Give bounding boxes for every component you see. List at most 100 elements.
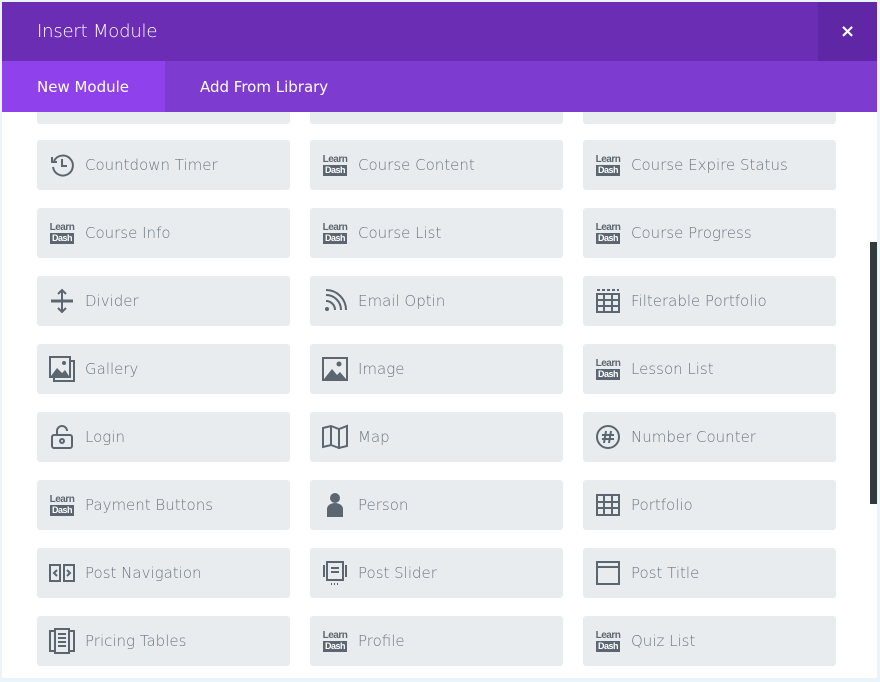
module-card-email-optin[interactable]: Email Optin xyxy=(310,276,563,326)
module-label: Filterable Portfolio xyxy=(631,292,767,310)
learndash-icon: Learn Dash xyxy=(321,627,349,655)
learndash-learn-text: Learn xyxy=(322,153,348,165)
learndash-dash-text: Dash xyxy=(595,164,620,176)
tab-new-module[interactable]: New Module xyxy=(2,61,165,112)
pricing-icon xyxy=(48,627,76,655)
module-label: Email Optin xyxy=(358,292,446,310)
learndash-learn-text: Learn xyxy=(322,629,348,641)
module-card-payment-buttons[interactable]: Learn Dash Payment Buttons xyxy=(37,480,290,530)
module-card-course-progress[interactable]: Learn Dash Course Progress xyxy=(583,208,836,258)
learndash-learn-text: Learn xyxy=(322,221,348,233)
rss-icon xyxy=(321,287,349,315)
module-label: Course Info xyxy=(85,224,171,242)
module-card-portfolio[interactable]: Portfolio xyxy=(583,480,836,530)
tab-add-from-library[interactable]: Add From Library xyxy=(165,61,363,112)
module-label: Payment Buttons xyxy=(85,496,214,514)
module-card-course-list[interactable]: Learn Dash Course List xyxy=(310,208,563,258)
module-card-post-title[interactable]: Post Title xyxy=(583,548,836,598)
learndash-dash-text: Dash xyxy=(595,368,620,380)
tab-bar: New Module Add From Library xyxy=(2,61,877,112)
modal-title: Insert Module xyxy=(37,21,158,42)
learndash-icon: Learn Dash xyxy=(594,219,622,247)
learndash-icon: Learn Dash xyxy=(321,151,349,179)
module-label: Course Content xyxy=(358,156,475,174)
module-label: Pricing Tables xyxy=(85,632,187,650)
learndash-learn-text: Learn xyxy=(595,629,621,641)
module-label: Post Title xyxy=(631,564,700,582)
learndash-learn-text: Learn xyxy=(595,221,621,233)
module-card-image[interactable]: Image xyxy=(310,344,563,394)
module-label: Number Counter xyxy=(631,428,756,446)
module-label: Gallery xyxy=(85,360,139,378)
module-card-number-counter[interactable]: Number Counter xyxy=(583,412,836,462)
hash-icon xyxy=(594,423,622,451)
window-icon xyxy=(594,559,622,587)
clock-icon xyxy=(48,151,76,179)
module-card-map[interactable]: Map xyxy=(310,412,563,462)
image-icon xyxy=(321,355,349,383)
module-label: Login xyxy=(85,428,125,446)
slider-icon xyxy=(321,559,349,587)
gallery-icon xyxy=(48,355,76,383)
learndash-dash-text: Dash xyxy=(595,640,620,652)
learndash-dash-text: Dash xyxy=(322,232,347,244)
learndash-dash-text: Dash xyxy=(322,164,347,176)
module-card-course-expire-status[interactable]: Learn Dash Course Expire Status xyxy=(583,140,836,190)
module-card-profile[interactable]: Learn Dash Profile xyxy=(310,616,563,666)
module-card-partial[interactable] xyxy=(310,112,563,124)
module-label: Countdown Timer xyxy=(85,156,218,174)
module-label: Map xyxy=(358,428,390,446)
close-button[interactable]: × xyxy=(818,2,877,61)
scrollbar[interactable] xyxy=(870,242,877,504)
module-card-post-slider[interactable]: Post Slider xyxy=(310,548,563,598)
modal-header: Insert Module × xyxy=(2,2,877,61)
module-card-course-info[interactable]: Learn Dash Course Info xyxy=(37,208,290,258)
module-card-partial[interactable] xyxy=(583,112,836,124)
learndash-icon: Learn Dash xyxy=(594,355,622,383)
module-card-pricing-tables[interactable]: Pricing Tables xyxy=(37,616,290,666)
module-card-person[interactable]: Person xyxy=(310,480,563,530)
divider-icon xyxy=(48,287,76,315)
module-card-post-navigation[interactable]: Post Navigation xyxy=(37,548,290,598)
module-card-partial[interactable] xyxy=(37,112,290,124)
learndash-learn-text: Learn xyxy=(49,493,75,505)
module-label: Post Slider xyxy=(358,564,437,582)
module-label: Post Navigation xyxy=(85,564,202,582)
learndash-icon: Learn Dash xyxy=(594,627,622,655)
module-label: Course List xyxy=(358,224,442,242)
post-navigation-icon xyxy=(48,559,76,587)
module-label: Image xyxy=(358,360,405,378)
module-card-course-content[interactable]: Learn Dash Course Content xyxy=(310,140,563,190)
learndash-icon: Learn Dash xyxy=(48,491,76,519)
learndash-dash-text: Dash xyxy=(49,232,74,244)
learndash-learn-text: Learn xyxy=(595,153,621,165)
module-label: Lesson List xyxy=(631,360,714,378)
module-label: Quiz List xyxy=(631,632,696,650)
map-icon xyxy=(321,423,349,451)
lock-icon xyxy=(48,423,76,451)
module-card-filterable-portfolio[interactable]: Filterable Portfolio xyxy=(583,276,836,326)
module-card-gallery[interactable]: Gallery xyxy=(37,344,290,394)
insert-module-modal: Insert Module × New Module Add From Libr… xyxy=(2,2,877,678)
learndash-icon: Learn Dash xyxy=(594,151,622,179)
module-card-quiz-list[interactable]: Learn Dash Quiz List xyxy=(583,616,836,666)
grid-icon xyxy=(594,491,622,519)
learndash-icon: Learn Dash xyxy=(48,219,76,247)
learndash-learn-text: Learn xyxy=(595,357,621,369)
module-grid: Countdown Timer Learn Dash Course Content Le… xyxy=(2,112,877,678)
learndash-dash-text: Dash xyxy=(595,232,620,244)
module-card-login[interactable]: Login xyxy=(37,412,290,462)
module-label: Portfolio xyxy=(631,496,693,514)
module-label: Profile xyxy=(358,632,405,650)
module-card-countdown-timer[interactable]: Countdown Timer xyxy=(37,140,290,190)
module-card-divider[interactable]: Divider xyxy=(37,276,290,326)
module-card-lesson-list[interactable]: Learn Dash Lesson List xyxy=(583,344,836,394)
learndash-learn-text: Learn xyxy=(49,221,75,233)
learndash-dash-text: Dash xyxy=(322,640,347,652)
learndash-dash-text: Dash xyxy=(49,504,74,516)
module-label: Divider xyxy=(85,292,139,310)
filter-grid-icon xyxy=(594,287,622,315)
module-label: Course Expire Status xyxy=(631,156,788,174)
module-label: Course Progress xyxy=(631,224,752,242)
person-icon xyxy=(321,491,349,519)
